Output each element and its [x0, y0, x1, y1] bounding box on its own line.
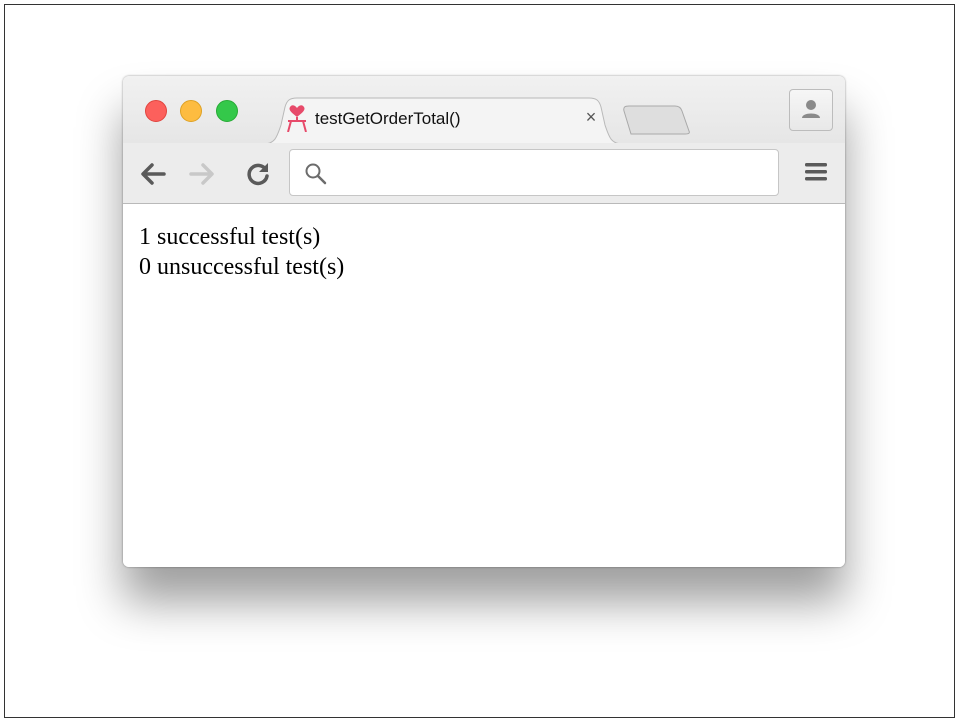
- toolbar: [123, 143, 845, 204]
- tab-title: testGetOrderTotal(): [315, 109, 461, 128]
- new-tab-button[interactable]: [623, 105, 693, 135]
- person-icon: [802, 100, 820, 118]
- unsuccessful-tests-text: 0 unsuccessful test(s): [139, 254, 345, 280]
- browser-window: testGetOrderTotal() × 1 successful test(…: [123, 76, 845, 567]
- chair-heart-icon: [287, 105, 307, 132]
- close-window-button[interactable]: [145, 100, 167, 122]
- address-bar[interactable]: [289, 149, 779, 196]
- profile-button[interactable]: [789, 89, 833, 131]
- tab-content: testGetOrderTotal() ×: [285, 104, 605, 132]
- maximize-window-button[interactable]: [216, 100, 238, 122]
- successful-tests-text: 1 successful test(s): [139, 224, 321, 250]
- page-content: 1 successful test(s) 0 unsuccessful test…: [123, 204, 845, 567]
- hamburger-menu-icon[interactable]: [805, 161, 827, 183]
- address-input[interactable]: [338, 158, 762, 190]
- reload-icon[interactable]: [244, 160, 272, 188]
- title-bar: testGetOrderTotal() ×: [123, 76, 845, 144]
- minimize-window-button[interactable]: [180, 100, 202, 122]
- forward-arrow-icon[interactable]: [188, 160, 216, 188]
- close-tab-button[interactable]: ×: [581, 107, 601, 127]
- back-arrow-icon[interactable]: [139, 160, 167, 188]
- search-icon: [305, 163, 327, 185]
